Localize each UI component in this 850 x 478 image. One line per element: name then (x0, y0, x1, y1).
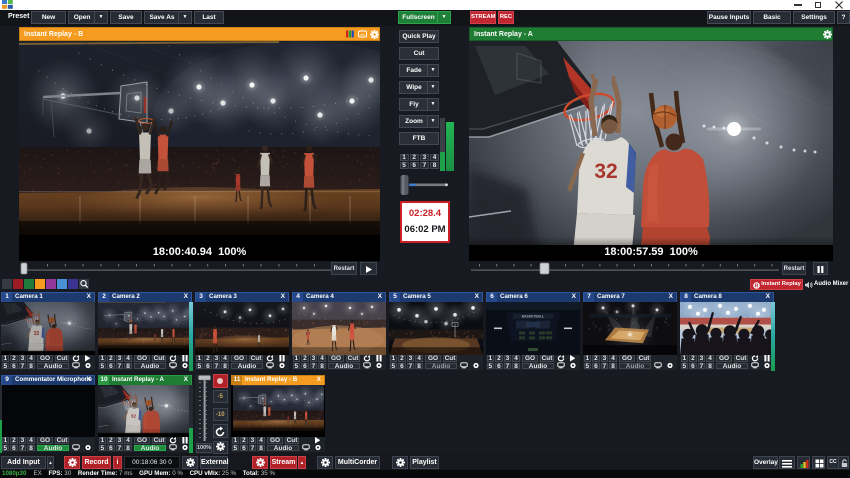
svg-text:BASKETBALL: BASKETBALL (522, 314, 545, 318)
svg-text:R: R (754, 283, 758, 288)
svg-text:32: 32 (594, 160, 617, 183)
